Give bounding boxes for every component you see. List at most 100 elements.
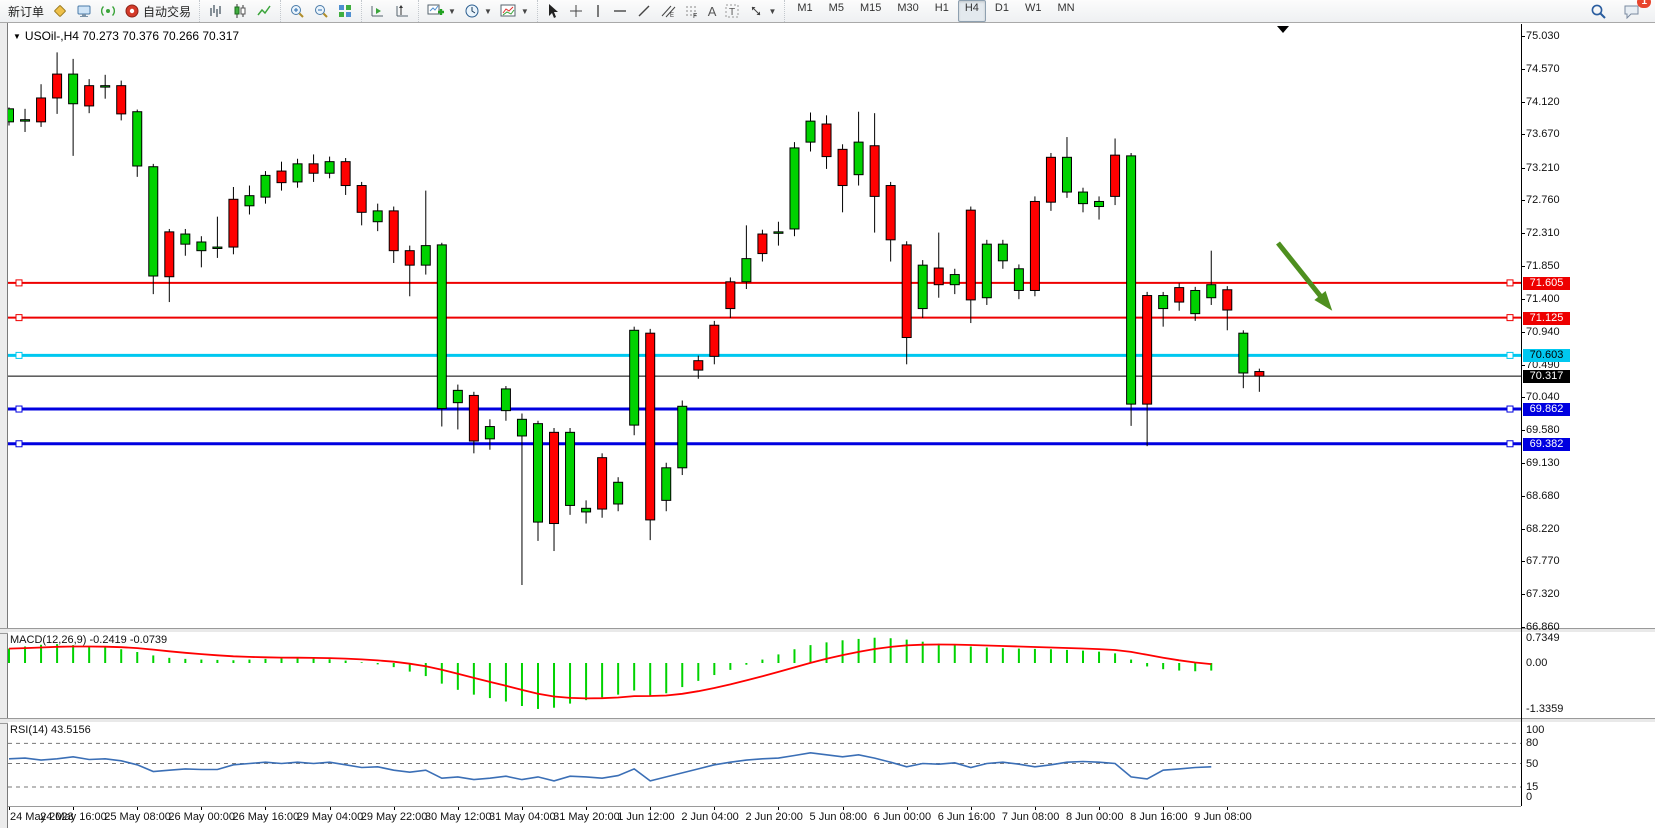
zoom-in-icon[interactable] [285,0,309,22]
chart-back-icon[interactable] [390,0,414,22]
candlestick-chart-icon[interactable] [228,0,252,22]
candle-bull [373,211,382,222]
toolbar-group-charttype [199,0,280,22]
order-coin-icon[interactable] [48,0,72,22]
price-tick-mark [1522,529,1525,530]
timeframe-button-M1[interactable]: M1 [790,0,819,22]
label-tool-icon[interactable]: T [720,0,744,22]
price-tick-label: 75.030 [1526,30,1560,42]
price-tick-mark [1522,365,1525,366]
price-tick-mark [1522,69,1525,70]
chart-forward-icon[interactable] [366,0,390,22]
zoom-out-icon[interactable] [309,0,333,22]
time-axis[interactable]: 24 May 202324 May 16:0025 May 08:0026 Ma… [8,806,1521,828]
hline-handle[interactable] [1507,315,1513,321]
fibonacci-tool-icon[interactable]: F [680,0,704,22]
new-chart-icon[interactable]: ▼ [423,0,460,22]
time-tick-label: 24 May 16:00 [40,811,107,823]
price-tick-label: 73.670 [1526,128,1560,140]
hline-handle[interactable] [16,315,22,321]
hline-handle[interactable] [1507,441,1513,447]
text-tool-icon[interactable]: A [704,0,721,22]
vertical-line-tool-icon[interactable] [588,0,608,22]
hline-handle[interactable] [1507,280,1513,286]
price-tick-label: 74.570 [1526,63,1560,75]
time-tick-label: 6 Jun 00:00 [874,811,932,823]
time-tick-label: 26 May 00:00 [168,811,235,823]
timeframe-button-M5[interactable]: M5 [822,0,851,22]
candle-bull [918,265,927,308]
time-tick-mark [843,807,844,810]
search-icon[interactable] [1586,0,1611,22]
macd-pane[interactable] [8,632,1521,718]
indicators-icon[interactable]: ▼ [496,0,533,22]
candle-bull [1159,296,1168,309]
price-line-label-70.317: 70.317 [1523,370,1570,383]
candle-bull [1079,192,1088,204]
candle-bear [309,164,318,173]
price-tick-mark [1522,36,1525,37]
terminal-icon[interactable] [72,0,96,22]
main-price-pane[interactable] [8,24,1521,628]
bar-chart-icon[interactable] [204,0,228,22]
signal-icon[interactable] [96,0,120,22]
period-clock-icon[interactable]: ▼ [460,0,496,22]
price-tick-label: 67.770 [1526,555,1560,567]
candle-bull [213,247,222,248]
time-tick-label: 30 May 12:00 [425,811,492,823]
candle-bull [662,468,671,501]
mt4-application: 新订单 自动交易 [0,0,1655,828]
timeframe-button-M30[interactable]: M30 [890,0,925,22]
toolbar-right: 1 [1586,0,1655,22]
horizontal-line-tool-icon[interactable] [608,0,632,22]
notifications-chat-icon[interactable]: 1 [1619,0,1645,22]
time-tick-mark [650,807,651,810]
channel-tool-icon[interactable]: E [656,0,680,22]
price-line-label-69.382: 69.382 [1523,438,1570,451]
price-line-label-70.603: 70.603 [1523,349,1570,362]
trendline-tool-icon[interactable] [632,0,656,22]
price-tick-mark [1522,102,1525,103]
candle-bear [1175,288,1184,302]
timeframe-button-W1[interactable]: W1 [1018,0,1049,22]
candle-bear [37,98,46,122]
timeframe-button-H1[interactable]: H1 [928,0,956,22]
time-tick-mark [907,807,908,810]
price-tick-mark [1522,430,1525,431]
chart-dropdown-icon[interactable]: ▼ [13,32,21,41]
tile-windows-icon[interactable] [333,0,357,22]
time-tick-mark [522,807,523,810]
price-tick-mark [1522,561,1525,562]
time-tick-mark [778,807,779,810]
cursor-tool-icon[interactable] [542,0,564,22]
chart-shift-marker-icon[interactable] [1277,26,1289,33]
price-axis[interactable]: 75.03074.57074.12073.67073.21072.76072.3… [1522,24,1655,628]
candle-bear [1111,155,1120,196]
hline-handle[interactable] [1507,406,1513,412]
hline-handle[interactable] [1507,352,1513,358]
crosshair-tool-icon[interactable] [564,0,588,22]
hline-handle[interactable] [16,280,22,286]
timeframe-button-D1[interactable]: D1 [988,0,1016,22]
macd-signal-line [9,645,1211,699]
line-chart-icon[interactable] [252,0,276,22]
candle-bull [742,259,751,282]
dropdown-caret: ▼ [448,7,456,16]
timeframe-button-H4[interactable]: H4 [958,0,986,22]
candle-bull [1127,156,1136,404]
arrows-tool-icon[interactable]: ▼ [744,0,780,22]
price-tick-label: 72.760 [1526,194,1560,206]
price-tick-label: 70.940 [1526,326,1560,338]
autotrade-button[interactable]: 自动交易 [120,0,195,22]
timeframe-button-MN[interactable]: MN [1050,0,1081,22]
new-order-button[interactable]: 新订单 [4,0,48,22]
time-tick-mark [1099,807,1100,810]
hline-handle[interactable] [16,441,22,447]
candle-bull [566,432,575,505]
rsi-pane[interactable] [8,722,1521,805]
timeframe-button-M15[interactable]: M15 [853,0,888,22]
candle-bull [101,86,110,87]
hline-handle[interactable] [16,352,22,358]
hline-handle[interactable] [16,406,22,412]
down-arrow-object[interactable] [1278,243,1326,303]
